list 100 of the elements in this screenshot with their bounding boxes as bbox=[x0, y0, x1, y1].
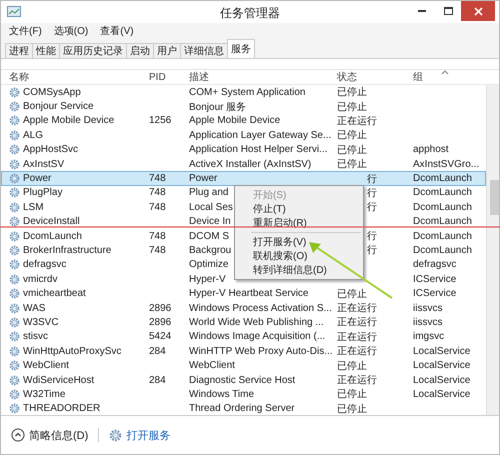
table-cell: WdiServiceHost bbox=[23, 374, 94, 386]
table-cell: Application Layer Gateway Se... bbox=[189, 130, 332, 141]
tab[interactable]: 性能 bbox=[32, 43, 60, 58]
table-cell: DCOM S bbox=[189, 230, 229, 242]
table-cell: 已停止 bbox=[337, 159, 367, 170]
table-cell: Windows Process Activation S... bbox=[189, 302, 332, 314]
gear-icon bbox=[9, 403, 20, 414]
tab[interactable]: 详细信息 bbox=[180, 43, 228, 58]
table-cell: 正在运行 bbox=[337, 346, 377, 358]
table-cell: 已停止 bbox=[337, 404, 367, 415]
table-cell: 748 bbox=[149, 202, 166, 213]
tab[interactable]: 服务 bbox=[227, 39, 255, 58]
menu-item[interactable]: 文件(F) bbox=[9, 24, 42, 38]
column-header[interactable]: 名称 bbox=[6, 70, 146, 84]
table-cell: Local Ses bbox=[189, 202, 233, 213]
table-cell: 2896 bbox=[149, 302, 172, 314]
menu-item[interactable]: 查看(V) bbox=[100, 24, 134, 38]
table-cell: imgsvc bbox=[413, 331, 444, 342]
gear-icon bbox=[9, 374, 20, 386]
table-cell: DcomLaunch bbox=[413, 187, 472, 198]
gear-icon bbox=[9, 158, 20, 170]
details-toggle[interactable]: 简略信息(D) bbox=[11, 428, 88, 442]
table-cell: Hyper-V Heartbeat Service bbox=[189, 288, 308, 300]
table-cell: Diagnostic Service Host bbox=[189, 374, 296, 386]
tab[interactable]: 启动 bbox=[126, 43, 154, 58]
table-cell: defragsvc bbox=[23, 259, 66, 270]
table-cell: LocalService bbox=[413, 388, 470, 400]
table-cell: 行 bbox=[367, 245, 377, 256]
table-cell: COM+ System Application bbox=[189, 86, 306, 98]
table-cell: DcomLaunch bbox=[23, 230, 82, 242]
table-cell: 已停止 bbox=[337, 130, 367, 142]
menu-item[interactable]: 选项(O) bbox=[54, 24, 88, 38]
menu-item[interactable]: 打开服务(V) bbox=[235, 235, 363, 249]
column-header[interactable]: 描述 bbox=[186, 70, 334, 84]
table-cell: Backgrou bbox=[189, 244, 232, 256]
table-cell: WAS bbox=[23, 302, 46, 314]
menu-item[interactable]: 联机搜索(O) bbox=[235, 249, 363, 263]
scrollbar[interactable] bbox=[486, 85, 499, 415]
table-cell: Windows Time bbox=[189, 388, 254, 400]
chevron-up-icon bbox=[11, 428, 25, 442]
table-cell: 5424 bbox=[149, 331, 172, 342]
table-cell: DeviceInstall bbox=[23, 216, 80, 228]
table-cell: ICService bbox=[413, 274, 456, 285]
tab[interactable]: 应用历史记录 bbox=[59, 43, 127, 58]
tab[interactable]: 用户 bbox=[153, 43, 181, 58]
table-cell: WinHTTP Web Proxy Auto-Dis... bbox=[189, 346, 333, 357]
app-icon bbox=[7, 6, 21, 18]
gear-icon bbox=[9, 331, 20, 342]
close-icon bbox=[474, 6, 482, 16]
table-cell: 已停止 bbox=[337, 360, 367, 372]
table-cell: vmicrdv bbox=[23, 274, 58, 285]
gear-icon bbox=[9, 130, 20, 141]
column-header[interactable]: 组 bbox=[410, 70, 486, 84]
table-cell: PlugPlay bbox=[23, 187, 62, 198]
table-cell: DcomLaunch bbox=[413, 244, 472, 256]
table-cell: BrokerInfrastructure bbox=[23, 244, 112, 256]
table-cell: apphost bbox=[413, 144, 449, 156]
table-cell: THREADORDER bbox=[23, 403, 100, 414]
table-cell: LocalService bbox=[413, 374, 470, 386]
table-cell: 已停止 bbox=[337, 288, 367, 300]
gear-icon bbox=[9, 86, 20, 98]
table-cell: defragsvc bbox=[413, 259, 456, 270]
table-cell: iissvcs bbox=[413, 302, 442, 314]
column-header[interactable]: 状态 bbox=[334, 70, 410, 84]
table-cell: COMSysApp bbox=[23, 86, 81, 98]
gear-icon bbox=[9, 101, 20, 112]
tab[interactable]: 进程 bbox=[5, 43, 33, 58]
menu-item[interactable]: 停止(T) bbox=[235, 202, 363, 216]
table-cell: AxInstSV bbox=[23, 158, 64, 170]
table-cell: 正在运行 bbox=[337, 332, 377, 343]
open-services-link[interactable]: 打开服务 bbox=[109, 428, 170, 442]
maximize-icon bbox=[444, 7, 452, 15]
table-cell: 2896 bbox=[149, 316, 172, 328]
table-cell: ActiveX Installer (AxInstSV) bbox=[189, 158, 312, 170]
selected-row[interactable]: Power 748 Power 行 DcomLaunch bbox=[1, 171, 486, 186]
gear-icon bbox=[9, 388, 20, 400]
table-cell: 正在运行 bbox=[337, 375, 377, 386]
gear-icon bbox=[9, 144, 20, 156]
table-cell: 行 bbox=[367, 231, 377, 242]
table-cell: DcomLaunch bbox=[413, 173, 472, 184]
table-cell: Bonjour Service bbox=[23, 101, 94, 112]
table-cell: 748 bbox=[149, 230, 166, 242]
table-cell: Device In bbox=[189, 216, 231, 228]
gear-icon bbox=[9, 244, 20, 256]
table-cell: 748 bbox=[149, 173, 166, 184]
menu-item[interactable]: 转到详细信息(D) bbox=[235, 263, 363, 277]
table-cell: 行 bbox=[367, 202, 377, 214]
table-cell: 已停止 bbox=[337, 87, 367, 98]
gear-icon bbox=[9, 346, 20, 357]
gear-icon bbox=[9, 288, 20, 300]
table-cell: Apple Mobile Device bbox=[23, 115, 114, 126]
table-cell: 748 bbox=[149, 187, 166, 198]
gear-icon bbox=[9, 230, 20, 242]
gear-icon bbox=[9, 187, 20, 198]
table-cell: 1256 bbox=[149, 115, 172, 126]
column-header[interactable]: PID bbox=[146, 72, 186, 82]
close-button[interactable] bbox=[461, 1, 495, 21]
gear-icon bbox=[109, 428, 122, 442]
gear-icon bbox=[9, 302, 20, 314]
table-cell: AppHostSvc bbox=[23, 144, 78, 156]
